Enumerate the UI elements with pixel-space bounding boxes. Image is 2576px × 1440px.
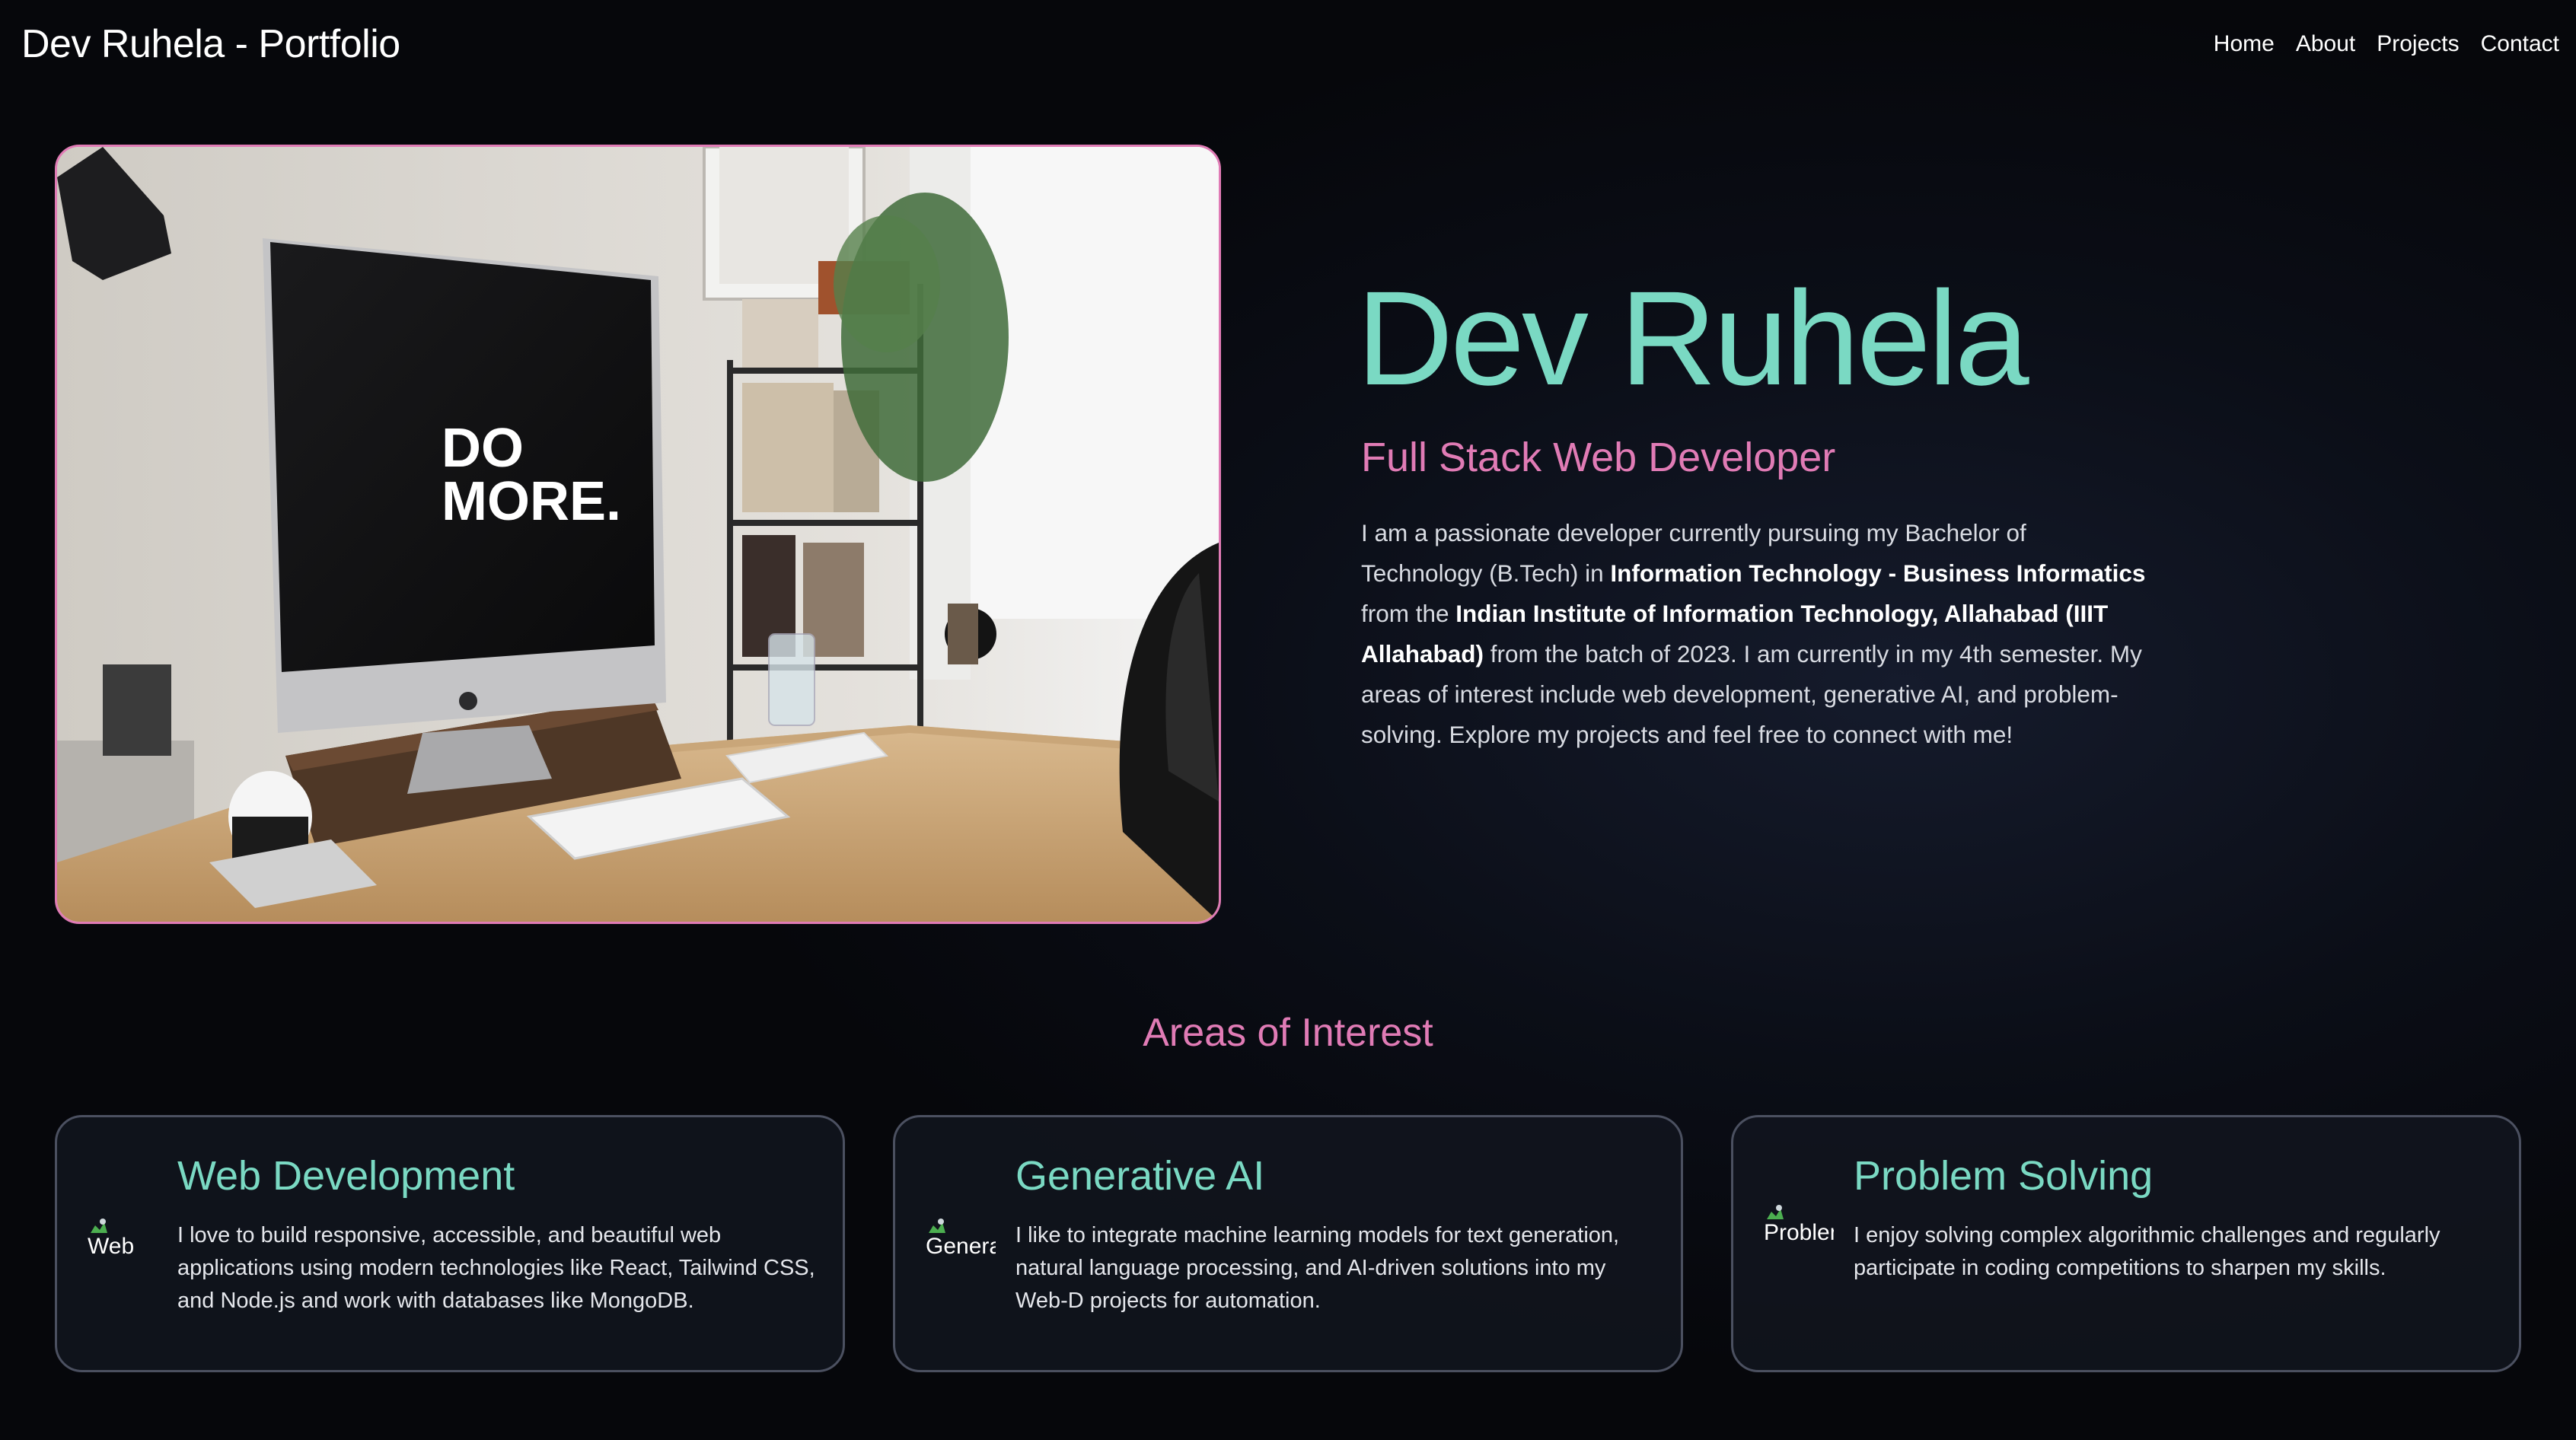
card-desc-problem-solving: I enjoy solving complex algorithmic chal… [1854, 1223, 2441, 1280]
screen-text-line-1: DO [442, 418, 524, 479]
nav-link-projects[interactable]: Projects [2377, 27, 2459, 61]
web-icon: Web [88, 1216, 158, 1285]
hero-bio: I am a passionate developer currently pu… [1361, 513, 2153, 755]
bio-degree: Information Technology - Business Inform… [1610, 559, 2146, 587]
card-desc-generative-ai: I like to integrate machine learning mod… [1015, 1223, 1620, 1313]
generative-ai-icon-alt: Generative AI [926, 1234, 996, 1259]
card-title-generative-ai: Generative AI [1015, 1153, 1265, 1199]
navbar: Dev Ruhela - Portfolio Home About Projec… [0, 0, 2576, 91]
card-title-web: Web Development [177, 1153, 515, 1199]
areas-title: Areas of Interest [1143, 1011, 1433, 1055]
card-web-development: Web Web Development I love to build resp… [55, 1115, 845, 1372]
bio-text-2: from the [1361, 600, 1456, 627]
nav-links: Home About Projects Contact [2214, 27, 2559, 61]
web-icon-alt: Web [88, 1234, 135, 1259]
card-title-problem-solving: Problem Solving [1854, 1153, 2154, 1199]
card-desc-web: I love to build responsive, accessible, … [177, 1223, 815, 1313]
hero-role: Full Stack Web Developer [1361, 435, 1836, 480]
hero-name: Dev Ruhela [1357, 264, 2029, 413]
nav-link-home[interactable]: Home [2214, 27, 2275, 61]
screen-text-line-2: MORE. [442, 471, 621, 532]
site-brand[interactable]: Dev Ruhela - Portfolio [21, 17, 400, 72]
generative-ai-icon: Generative AI [926, 1216, 996, 1285]
card-generative-ai: Generative AI Generative AI I like to in… [893, 1115, 1683, 1372]
hero-image: DO MORE. [55, 145, 1221, 924]
card-problem-solving: Problem Solving Problem Solving I enjoy … [1731, 1115, 2521, 1372]
nav-link-about[interactable]: About [2296, 27, 2355, 61]
problem-solving-icon: Problem Solving [1764, 1203, 1834, 1271]
nav-link-contact[interactable]: Contact [2481, 27, 2559, 61]
desk-workspace-photo: DO MORE. [57, 147, 1219, 922]
problem-solving-icon-alt: Problem Solving [1764, 1220, 1834, 1245]
